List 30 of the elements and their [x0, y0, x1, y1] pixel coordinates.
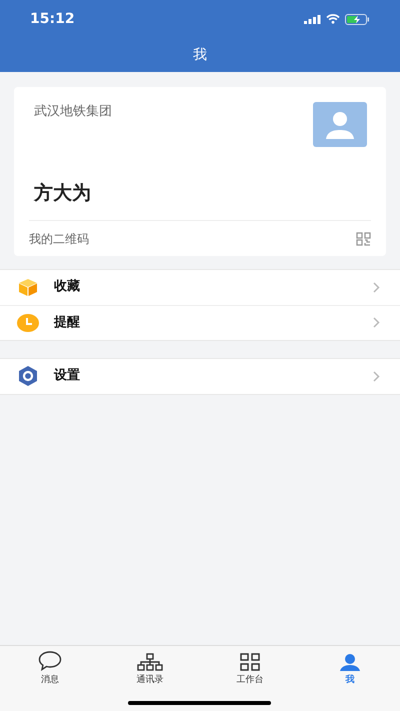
- settings-icon: [18, 366, 38, 386]
- qr-code-link[interactable]: 我的二维码: [29, 230, 89, 248]
- signal-icon: [304, 14, 321, 24]
- organization-name: 武汉地铁集团: [34, 103, 112, 121]
- tab-item[interactable]: 消息: [0, 651, 100, 688]
- chat-bubble-icon: [38, 651, 62, 671]
- menu-item[interactable]: 设置: [0, 358, 400, 394]
- wifi-icon: [326, 14, 340, 24]
- page-title: 我: [193, 46, 207, 64]
- menu-item[interactable]: 提醒: [0, 304, 400, 340]
- menu-label: 收藏: [54, 278, 81, 296]
- tab-item[interactable]: 通讯录: [100, 651, 200, 688]
- menu-item[interactable]: 收藏: [0, 270, 400, 304]
- tab-item[interactable]: 我: [300, 651, 400, 688]
- menu-label: 提醒: [54, 314, 81, 332]
- menu-label: 设置: [54, 367, 81, 386]
- qr-code-icon: [356, 232, 371, 246]
- battery-icon: [345, 14, 370, 24]
- org-chart-icon: [137, 653, 163, 671]
- chevron-right-icon: [373, 282, 380, 292]
- status-time: 15:12: [30, 10, 75, 28]
- chevron-right-icon: [373, 370, 380, 382]
- clock-icon: [17, 314, 39, 332]
- box-icon: [18, 278, 38, 296]
- user-name: 方大为: [32, 181, 92, 206]
- tab-item[interactable]: 工作台: [200, 651, 300, 688]
- person-icon: [339, 653, 361, 671]
- avatar-icon: [313, 102, 367, 147]
- chevron-right-icon: [373, 317, 380, 328]
- grid-icon: [240, 653, 260, 671]
